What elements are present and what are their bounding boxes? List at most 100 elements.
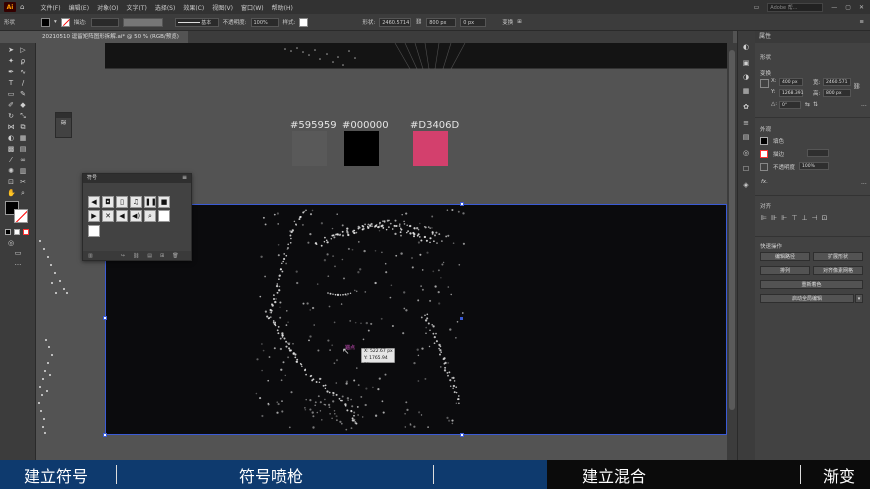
stroke-color-icon[interactable] bbox=[14, 209, 28, 223]
align-left-icon[interactable]: ⊫ bbox=[761, 214, 767, 222]
flip-horizontal-icon[interactable]: ⇆ bbox=[805, 101, 810, 108]
selection-handle-left[interactable] bbox=[103, 316, 107, 320]
color-icon[interactable]: ◑ bbox=[742, 73, 750, 81]
properties-icon[interactable]: ◐ bbox=[742, 43, 750, 51]
libraries-icon[interactable]: ▣ bbox=[742, 59, 750, 67]
eraser-icon[interactable]: ◆ bbox=[19, 101, 27, 109]
selection-handle-bottom-left[interactable] bbox=[103, 433, 107, 437]
layers-panel-icon[interactable]: ◈ bbox=[742, 181, 750, 189]
menu-item[interactable]: 编辑(E) bbox=[69, 3, 89, 12]
swatch-chip-pink[interactable] bbox=[413, 131, 448, 166]
fill-swatch-small[interactable] bbox=[760, 137, 768, 145]
mesh-tool-icon[interactable]: ▩ bbox=[7, 145, 15, 153]
swatch-chip-black[interactable] bbox=[344, 131, 379, 166]
search-icon[interactable]: ⌕ bbox=[144, 210, 156, 222]
stroke-weight-field[interactable] bbox=[90, 17, 119, 27]
menu-item[interactable]: 选择(S) bbox=[155, 3, 176, 12]
type-tool-icon[interactable]: T bbox=[7, 79, 15, 87]
constrain-link-icon[interactable]: ⛓ bbox=[853, 83, 861, 90]
hand-tool-icon[interactable]: ✋ bbox=[7, 189, 16, 197]
brushes-icon[interactable]: ✿ bbox=[742, 103, 750, 111]
music-icon[interactable]: ♫ bbox=[130, 196, 142, 208]
stroke-swatch-small[interactable] bbox=[760, 150, 768, 158]
stroke-icon[interactable]: ≡ bbox=[742, 119, 750, 127]
stroke-weight-panel-field[interactable] bbox=[807, 149, 829, 157]
h-field[interactable]: 800 px bbox=[823, 89, 851, 97]
color-mode-icon[interactable] bbox=[5, 229, 11, 235]
w-field[interactable]: 2460.571 bbox=[823, 78, 851, 86]
edit-path-button[interactable]: 编辑路径 bbox=[760, 252, 810, 261]
appearance-more-icon[interactable]: ··· bbox=[861, 181, 867, 188]
pixel-grid-button[interactable]: 对齐像素网格 bbox=[813, 266, 863, 275]
collapsed-panel[interactable]: ≋ bbox=[55, 112, 72, 138]
camera-icon[interactable]: ◘ bbox=[102, 196, 114, 208]
appearance-icon[interactable]: ☐ bbox=[742, 165, 750, 173]
draw-mode-icon[interactable]: ◎ bbox=[7, 239, 15, 247]
slice-tool-icon[interactable]: ✂ bbox=[19, 178, 27, 186]
swatches-icon[interactable]: ▦ bbox=[742, 87, 750, 95]
minimize-icon[interactable]: — bbox=[831, 4, 837, 11]
layers-icon[interactable]: ≋ bbox=[56, 118, 71, 127]
width-tool-icon[interactable]: ⋈ bbox=[7, 123, 15, 131]
help-search-input[interactable]: Adobe 帮... bbox=[767, 2, 824, 12]
transparency-icon[interactable]: ◎ bbox=[742, 149, 750, 157]
properties-tab[interactable]: 属性 bbox=[755, 31, 870, 43]
shaper-tool-icon[interactable]: ✐ bbox=[7, 101, 15, 109]
free-transform-icon[interactable]: ⧉ bbox=[19, 123, 27, 131]
none-mode-icon[interactable] bbox=[23, 229, 29, 235]
delete-icon[interactable]: 🗑 bbox=[172, 253, 178, 259]
library-menu-icon[interactable]: ▥ bbox=[88, 253, 93, 259]
global-edit-dropdown[interactable]: ▾ bbox=[855, 294, 863, 303]
perspective-grid-icon[interactable]: ▦ bbox=[19, 134, 27, 142]
global-edit-button[interactable]: 启动全局编辑 bbox=[760, 294, 854, 303]
angle-field[interactable]: 0° bbox=[779, 101, 801, 109]
align-icon[interactable]: ⊞ bbox=[517, 19, 522, 25]
blank-symbol-icon[interactable] bbox=[158, 210, 170, 222]
align-top-icon[interactable]: ⊤ bbox=[791, 214, 797, 222]
blend-tool-icon[interactable]: ∞ bbox=[19, 156, 27, 164]
menu-item[interactable]: 视图(V) bbox=[212, 3, 233, 12]
gradient-tool-icon[interactable]: ▤ bbox=[19, 145, 27, 153]
stroke-swatch[interactable] bbox=[60, 17, 70, 27]
rotate-tool-icon[interactable]: ↻ bbox=[7, 112, 15, 120]
symbols-panel-title[interactable]: 符号 bbox=[83, 174, 191, 183]
menu-item[interactable]: 效果(C) bbox=[183, 3, 204, 12]
fx-button[interactable]: fx. bbox=[761, 179, 768, 185]
chevron-down-icon[interactable]: ▾ bbox=[54, 19, 57, 25]
height-field[interactable]: 800 px bbox=[426, 17, 457, 27]
column-graph-icon[interactable]: ▥ bbox=[19, 167, 27, 175]
menu-item[interactable]: 帮助(H) bbox=[272, 3, 293, 12]
menu-item[interactable]: 窗口(W) bbox=[241, 3, 264, 12]
corner-offset-field[interactable]: 0 px bbox=[460, 17, 487, 27]
arrow-left-icon[interactable]: ◀ bbox=[88, 196, 100, 208]
selected-symbol-icon[interactable] bbox=[88, 225, 100, 237]
play-icon[interactable]: ▶ bbox=[88, 210, 100, 222]
lasso-icon[interactable]: ϼ bbox=[19, 57, 27, 65]
y-field[interactable]: 1268.391 bbox=[779, 89, 803, 97]
align-bottom-icon[interactable]: ⊣ bbox=[812, 214, 818, 222]
artboard-main[interactable] bbox=[105, 204, 727, 435]
magic-wand-icon[interactable]: ✦ bbox=[7, 57, 15, 65]
align-vcenter-icon[interactable]: ⊥ bbox=[801, 214, 807, 222]
x-field[interactable]: 400 px bbox=[779, 78, 803, 86]
recolor-button[interactable]: 重新着色 bbox=[760, 280, 863, 289]
gradient-mode-icon[interactable] bbox=[14, 229, 20, 235]
variable-width-field[interactable] bbox=[122, 17, 163, 27]
line-tool-icon[interactable]: / bbox=[19, 79, 27, 87]
maximize-icon[interactable]: ▢ bbox=[845, 4, 851, 11]
align-to-icon[interactable]: ⊡ bbox=[822, 214, 828, 222]
symbol-sprayer-icon[interactable]: ✺ bbox=[7, 167, 15, 175]
place-symbol-icon[interactable]: ↪ bbox=[121, 253, 125, 259]
stop-icon[interactable]: ■ bbox=[158, 196, 170, 208]
scrollbar-thumb[interactable] bbox=[729, 50, 735, 410]
transform-label[interactable]: 变换 bbox=[502, 18, 513, 26]
direct-selection-tool-icon[interactable]: ▷ bbox=[19, 46, 27, 54]
home-icon[interactable]: ⌂ bbox=[20, 3, 24, 11]
flip-vertical-icon[interactable]: ⇅ bbox=[813, 101, 818, 108]
mute-icon[interactable]: ✕ bbox=[102, 210, 114, 222]
shape-builder-icon[interactable]: ◐ bbox=[7, 134, 15, 142]
align-right-icon[interactable]: ⊩ bbox=[781, 214, 787, 222]
volume-icon[interactable]: ◀) bbox=[130, 210, 142, 222]
selection-handle-top[interactable] bbox=[460, 202, 464, 206]
reference-point-icon[interactable] bbox=[760, 79, 769, 88]
